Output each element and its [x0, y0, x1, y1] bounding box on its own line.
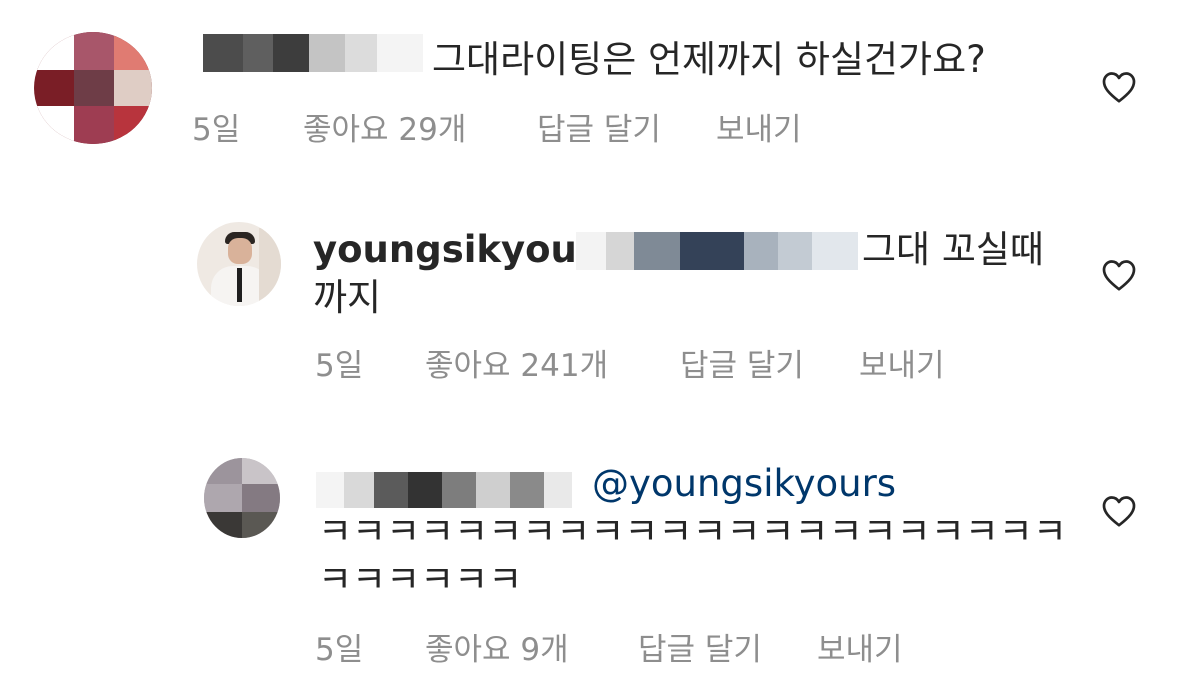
likes-count[interactable]: 좋아요 241개 — [425, 340, 608, 385]
heart-outline-icon[interactable] — [1101, 258, 1137, 292]
comment-text-line1: ㅋㅋㅋㅋㅋㅋㅋㅋㅋㅋㅋㅋㅋㅋㅋㅋㅋㅋㅋㅋㅋㅋ — [318, 510, 1067, 553]
comment-text-line2: 까지 — [313, 276, 382, 319]
username-censored[interactable] — [316, 472, 572, 508]
send-button[interactable]: 보내기 — [817, 624, 903, 669]
send-button[interactable]: 보내기 — [859, 340, 945, 385]
send-button[interactable]: 보내기 — [716, 104, 802, 149]
comment-text: 그대라이팅은 언제까지 하실건가요? — [432, 38, 986, 81]
reply-button[interactable]: 답글 달기 — [537, 104, 661, 149]
username-censored[interactable] — [203, 34, 423, 72]
censor-strip — [576, 232, 858, 270]
comment-text-line1: 그대 꼬실때 — [862, 228, 1044, 271]
avatar[interactable] — [197, 222, 281, 306]
comment-time: 5일 — [315, 632, 364, 668]
reply-button[interactable]: 답글 달기 — [680, 340, 804, 385]
comment-text-line2: ㅋㅋㅋㅋㅋㅋ — [318, 558, 523, 601]
username[interactable]: youngsikyours — [313, 226, 617, 274]
avatar[interactable] — [204, 458, 280, 538]
comment-time: 5일 — [192, 112, 241, 148]
avatar[interactable] — [34, 32, 152, 144]
comment-time: 5일 — [315, 348, 364, 384]
likes-count[interactable]: 좋아요 9개 — [425, 624, 569, 669]
reply-button[interactable]: 답글 달기 — [638, 624, 762, 669]
heart-outline-icon[interactable] — [1101, 494, 1137, 528]
heart-outline-icon[interactable] — [1101, 70, 1137, 104]
likes-count[interactable]: 좋아요 29개 — [303, 104, 466, 149]
mention-link[interactable]: @youngsikyours — [592, 460, 896, 508]
